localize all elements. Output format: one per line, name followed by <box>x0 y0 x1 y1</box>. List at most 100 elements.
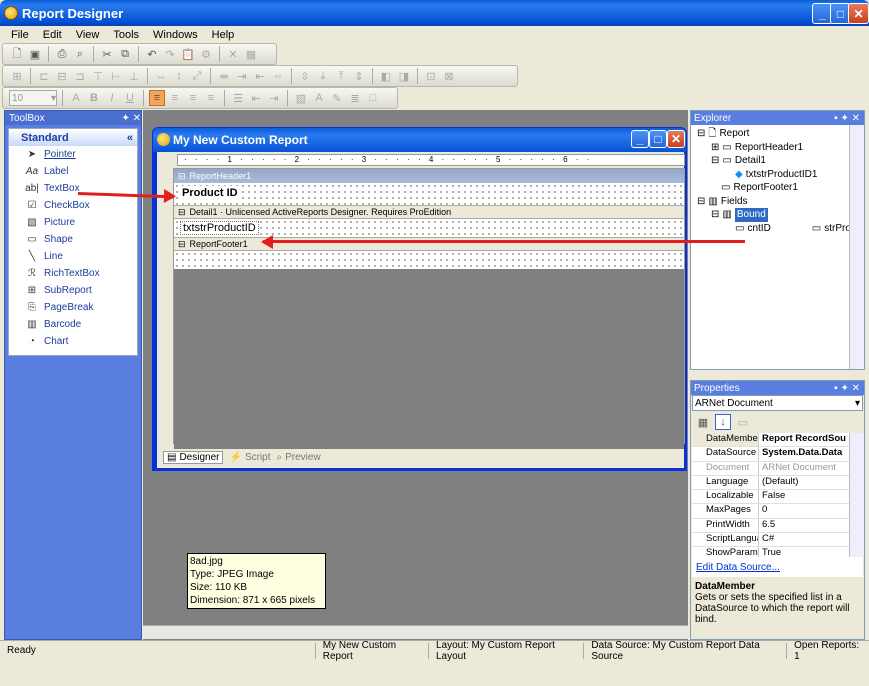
format-icon[interactable]: ⚙ <box>198 46 214 62</box>
bullets-icon[interactable]: ☰ <box>230 90 246 106</box>
toolbox-item-pagebreak[interactable]: ⎘ PageBreak <box>9 299 137 316</box>
tree-node-bound[interactable]: ⊟ ▥ Bound <box>697 208 849 222</box>
design-surface[interactable]: ⊟ ReportHeader1 Product ID ⊟ Detail1 · Unl… <box>173 168 685 449</box>
doc-close-button[interactable]: ✕ <box>667 130 685 148</box>
align-left-icon[interactable]: ⊏ <box>36 68 52 84</box>
collapse-icon[interactable]: ⊟ <box>178 239 186 250</box>
save-icon[interactable]: ▣ <box>27 46 43 62</box>
alphabetical-icon[interactable]: ↓ <box>715 414 731 430</box>
text-align-center-icon[interactable]: ≡ <box>167 90 183 106</box>
back-color-icon[interactable]: ▨ <box>293 90 309 106</box>
indent-icon[interactable]: ⇥ <box>266 90 282 106</box>
property-value[interactable]: System.Data.Data <box>759 447 850 461</box>
property-row[interactable]: PrintWidth 6.5 <box>692 518 850 534</box>
toolbox-item-barcode[interactable]: ▥ Barcode <box>9 316 137 333</box>
menu-help[interactable]: Help <box>205 29 242 41</box>
underline-icon[interactable]: U <box>122 90 138 106</box>
toolbox-item-label[interactable]: Aa Label <box>9 163 137 180</box>
print-preview-icon[interactable]: ⌕ <box>72 46 88 62</box>
report-footer-band[interactable] <box>174 251 684 269</box>
text-align-left-icon[interactable]: ≡ <box>149 90 165 106</box>
window-titlebar[interactable]: Report Designer <box>0 0 869 26</box>
align-middle-icon[interactable]: ⊢ <box>108 68 124 84</box>
property-value[interactable]: ARNet Document <box>759 461 850 475</box>
paste-icon[interactable]: 📋 <box>180 46 196 62</box>
section-report-header[interactable]: ⊟ ReportHeader1 <box>174 169 684 183</box>
toolbox-item-pointer[interactable]: ➤ Pointer <box>9 146 137 163</box>
options-icon[interactable]: ▦ <box>243 46 259 62</box>
v-space-remove-icon[interactable]: ⇕ <box>351 68 367 84</box>
categorized-icon[interactable]: ▦ <box>695 414 711 430</box>
property-value[interactable]: 0 <box>759 504 850 518</box>
property-row[interactable]: DataMember Report RecordSou <box>692 433 850 448</box>
bring-front-icon[interactable]: ◧ <box>378 68 394 84</box>
property-row[interactable]: ScriptLanguageC# <box>692 533 850 548</box>
property-row[interactable]: MaxPages 0 <box>692 504 850 519</box>
align-grid-icon[interactable]: ⊞ <box>9 68 25 84</box>
property-row[interactable]: DataSource System.Data.Data <box>692 447 850 462</box>
menu-edit[interactable]: Edit <box>36 29 69 41</box>
tab-script[interactable]: ⚡ Script <box>229 452 270 463</box>
line-style-icon[interactable]: ≣ <box>347 90 363 106</box>
txtstr-productid-textbox[interactable]: txtstrProductID <box>180 221 259 235</box>
lock-icon[interactable]: ⊡ <box>423 68 439 84</box>
toolbox-item-richtextbox[interactable]: ℛ RichTextBox <box>9 265 137 282</box>
tab-designer[interactable]: ▤ Designer <box>163 450 224 464</box>
align-bottom-icon[interactable]: ⊥ <box>126 68 142 84</box>
property-value[interactable]: C# <box>759 533 850 547</box>
send-back-icon[interactable]: ◨ <box>396 68 412 84</box>
tree-node-field[interactable]: ▭strProductID <box>774 222 849 236</box>
object-select[interactable]: ARNet Document ▾ <box>692 395 863 411</box>
border-icon[interactable]: □ <box>365 90 381 106</box>
edit-data-source-link[interactable]: Edit Data Source... <box>692 557 863 577</box>
report-header-band[interactable]: Product ID <box>174 183 684 205</box>
tree-node-detail-field[interactable]: ◆ txtstrProductID1 <box>697 168 849 182</box>
bold-icon[interactable]: B <box>86 90 102 106</box>
align-right-icon[interactable]: ⊐ <box>72 68 88 84</box>
property-value[interactable]: (Default) <box>759 475 850 490</box>
undo-icon[interactable]: ↶ <box>144 46 160 62</box>
line-color-icon[interactable]: ✎ <box>329 90 345 106</box>
property-pages-icon[interactable]: ▭ <box>735 414 751 430</box>
cut-icon[interactable]: ✂ <box>99 46 115 62</box>
property-row[interactable]: ShowParameterUTrue <box>692 547 850 557</box>
toolbox-item-line[interactable]: ╲ Line <box>9 248 137 265</box>
property-row[interactable]: Localizable False <box>692 490 850 505</box>
menu-windows[interactable]: Windows <box>146 29 205 41</box>
property-row[interactable]: Language (Default) <box>692 475 850 491</box>
properties-scrollbar[interactable] <box>849 433 864 557</box>
v-space-inc-icon[interactable]: ⤓ <box>315 68 331 84</box>
align-top-icon[interactable]: ⊤ <box>90 68 106 84</box>
toolbox-item-subreport[interactable]: ⊞ SubReport <box>9 282 137 299</box>
h-space-dec-icon[interactable]: ⇤ <box>252 68 268 84</box>
tab-preview[interactable]: ⌕ Preview <box>277 452 321 463</box>
property-value[interactable]: False <box>759 490 850 504</box>
menu-file[interactable]: File <box>4 29 36 41</box>
toolbox-item-picture[interactable]: ▧ Picture <box>9 214 137 231</box>
close-button[interactable]: ✕ <box>848 3 869 24</box>
delete-icon[interactable]: ✕ <box>225 46 241 62</box>
italic-icon[interactable]: I <box>104 90 120 106</box>
property-value[interactable]: True <box>759 547 850 557</box>
property-value[interactable]: 6.5 <box>759 518 850 533</box>
copy-icon[interactable]: ⧉ <box>117 46 133 62</box>
h-space-inc-icon[interactable]: ⇥ <box>234 68 250 84</box>
collapse-icon[interactable]: ⊟ <box>178 207 186 218</box>
fore-color-icon[interactable]: A <box>311 90 327 106</box>
outdent-icon[interactable]: ⇤ <box>248 90 264 106</box>
same-height-icon[interactable]: ↕ <box>171 68 187 84</box>
explorer-scrollbar[interactable] <box>849 125 864 369</box>
font-size-select[interactable]: 10 ▾ <box>9 90 57 106</box>
menu-tools[interactable]: Tools <box>106 29 146 41</box>
text-justify-icon[interactable]: ≡ <box>203 90 219 106</box>
tree-node-field[interactable]: ▭ cntID <box>697 222 771 236</box>
horizontal-scrollbar[interactable] <box>143 625 688 639</box>
pin-close-icons[interactable]: ▪ ✦ ✕ <box>834 113 860 124</box>
text-align-right-icon[interactable]: ≡ <box>185 90 201 106</box>
tree-node-report[interactable]: ⊟ 🗋 Report <box>697 127 849 141</box>
h-space-remove-icon[interactable]: ⇔ <box>270 68 286 84</box>
doc-maximize-button[interactable]: □ <box>649 130 667 148</box>
tree-node-report-header[interactable]: ⊞ ▭ ReportHeader1 <box>697 141 849 155</box>
align-center-icon[interactable]: ⊟ <box>54 68 70 84</box>
section-detail[interactable]: ⊟ Detail1 · Unlicensed ActiveReports Desi… <box>174 205 684 219</box>
